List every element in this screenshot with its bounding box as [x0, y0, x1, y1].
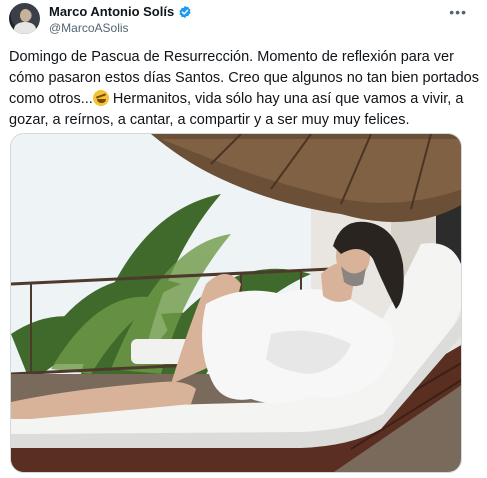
author-name-row: Marco Antonio Solís	[49, 4, 192, 19]
author-handle[interactable]: @MarcoASolis	[49, 21, 129, 35]
author-display-name[interactable]: Marco Antonio Solís	[49, 4, 174, 19]
more-options-button[interactable]: •••	[449, 4, 467, 20]
avatar[interactable]	[9, 3, 40, 34]
verified-badge-icon	[179, 5, 191, 18]
tweet-card: Marco Antonio Solís @MarcoASolis ••• Dom…	[0, 0, 487, 478]
photo-illustration	[11, 134, 461, 472]
tweet-text: Domingo de Pascua de Resurrección. Momen…	[9, 47, 479, 131]
rolling-on-floor-laughing-emoji-icon	[92, 90, 109, 106]
tweet-photo[interactable]	[10, 133, 462, 473]
